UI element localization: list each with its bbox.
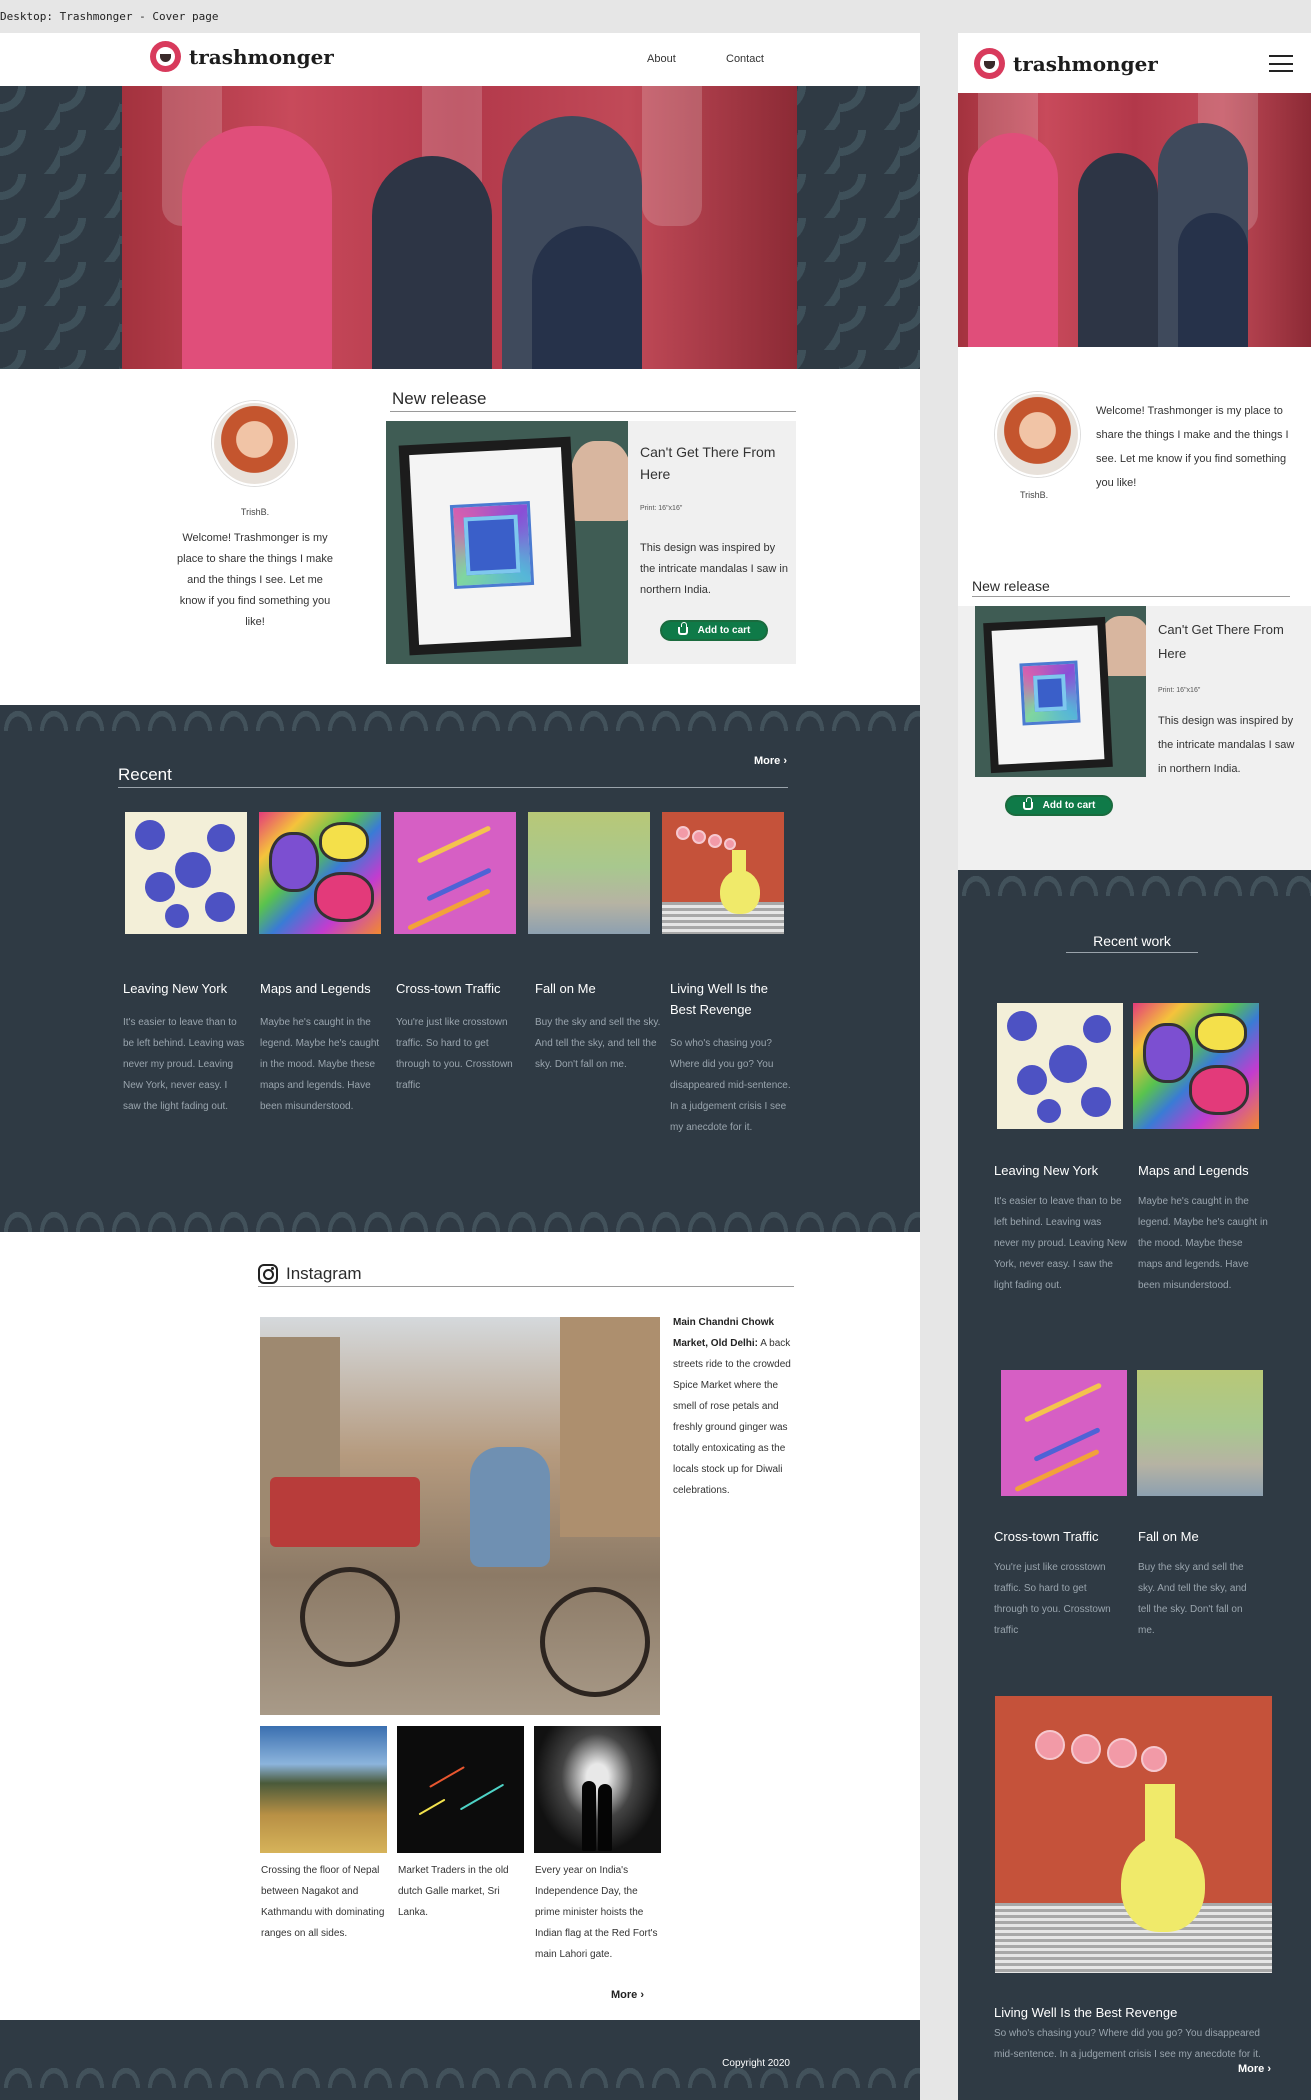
new-release-heading: New release (390, 389, 796, 412)
product-print-size: Print: 16"x16" (640, 505, 683, 512)
wave-divider (958, 870, 1311, 896)
work-title[interactable]: Maps and Legends (260, 978, 388, 999)
mobile-product-card: Can't Get There From Here Print: 16"x16"… (958, 606, 1311, 870)
work-title[interactable]: Living Well Is the Best Revenge (670, 978, 790, 1020)
new-release-heading: New release (972, 578, 1290, 597)
mobile-hero-image (958, 93, 1311, 347)
caption-text: A back streets ride to the crowded Spice… (673, 1338, 791, 1496)
instagram-caption: Crossing the floor of Nepal between Naga… (261, 1865, 385, 1939)
work-thumb-fall-on-me[interactable] (1137, 1370, 1263, 1496)
avatar (995, 392, 1080, 477)
instagram-main-photo[interactable] (260, 1317, 660, 1715)
work-description: Buy the sky and sell the sky. And tell t… (535, 1017, 661, 1070)
footer: Copyright 2020 (0, 2020, 920, 2100)
instagram-heading-label: Instagram (286, 1264, 362, 1283)
brand-name: trashmonger (189, 44, 334, 69)
intro-section: TrishB. Welcome! Trashmonger is my place… (0, 369, 920, 705)
product-image[interactable] (386, 421, 628, 664)
work-title[interactable]: Living Well Is the Best Revenge (994, 2002, 1274, 2023)
work-description: So who's chasing you? Where did you go? … (994, 2028, 1261, 2060)
product-title[interactable]: Can't Get There From Here (1158, 618, 1298, 666)
avatar (212, 401, 297, 486)
mobile-nav: trashmonger (958, 33, 1311, 93)
welcome-text: Welcome! Trashmonger is my place to shar… (1096, 405, 1289, 489)
work-title[interactable]: Cross-town Traffic (994, 1526, 1124, 1547)
hamburger-menu-icon[interactable] (1269, 55, 1293, 72)
work-thumb-leaving-new-york[interactable] (125, 812, 247, 934)
nav-link-contact[interactable]: Contact (726, 53, 764, 65)
face-logo-icon (150, 41, 181, 72)
work-thumb-maps-and-legends[interactable] (259, 812, 381, 934)
brand[interactable]: trashmonger (150, 41, 334, 72)
author-name: TrishB. (240, 507, 270, 517)
instagram-section: Instagram Main Chandni Chowk Market, Old… (0, 1232, 920, 2020)
mobile-recent-section: Recent work Leaving New York It's easier… (958, 870, 1311, 2100)
work-thumb-cross-town-traffic[interactable] (1001, 1370, 1127, 1496)
hero-band (0, 86, 920, 369)
mobile-frame: trashmonger TrishB. Welcome! Trashmonger… (958, 33, 1311, 2100)
face-logo-icon (974, 48, 1005, 79)
frame-title: Desktop: Trashmonger - Cover page (0, 10, 219, 23)
copyright: Copyright 2020 (722, 2058, 790, 2069)
brand-name: trashmonger (1013, 51, 1158, 76)
instagram-caption: Market Traders in the old dutch Galle ma… (398, 1865, 509, 1918)
wave-divider (0, 705, 920, 731)
work-description: So who's chasing you? Where did you go? … (670, 1038, 791, 1133)
instagram-more-link[interactable]: More › (611, 1989, 644, 2001)
work-description: It's easier to leave than to be left beh… (123, 1017, 245, 1112)
product-card: Can't Get There From Here Print: 16"x16"… (386, 421, 796, 664)
mobile-brand[interactable]: trashmonger (974, 48, 1158, 79)
recent-more-link[interactable]: More › (754, 755, 787, 767)
top-nav: trashmonger About Contact (0, 33, 920, 86)
work-thumb-leaving-new-york[interactable] (997, 1003, 1123, 1129)
nav-link-about[interactable]: About (647, 53, 676, 65)
instagram-photo-red-fort[interactable] (534, 1726, 661, 1853)
work-title[interactable]: Maps and Legends (1138, 1160, 1268, 1181)
work-thumb-living-well[interactable] (995, 1696, 1272, 1973)
product-description: This design was inspired by the intricat… (1158, 715, 1295, 775)
wave-divider (0, 1206, 920, 1232)
work-description: Maybe he's caught in the legend. Maybe h… (260, 1017, 380, 1112)
work-description: You're just like crosstown traffic. So h… (994, 1562, 1111, 1636)
work-title[interactable]: Fall on Me (535, 978, 663, 999)
basket-icon (677, 621, 688, 635)
work-thumb-cross-town-traffic[interactable] (394, 812, 516, 934)
work-thumb-living-well[interactable] (662, 812, 784, 934)
desktop-frame: trashmonger About Contact TrishB. Welcom… (0, 33, 920, 2100)
instagram-icon (258, 1264, 278, 1284)
recent-more-link[interactable]: More › (1238, 2063, 1271, 2075)
work-description: Maybe he's caught in the legend. Maybe h… (1138, 1196, 1268, 1291)
work-title[interactable]: Leaving New York (994, 1160, 1124, 1181)
add-to-cart-button[interactable]: Add to cart (1005, 795, 1113, 816)
author-name: TrishB. (1020, 490, 1049, 500)
hero-image (122, 86, 797, 369)
instagram-main-caption: Main Chandni Chowk Market, Old Delhi: A … (673, 1312, 797, 1501)
add-to-cart-label: Add to cart (697, 625, 751, 636)
work-title[interactable]: Leaving New York (123, 978, 251, 999)
welcome-text: Welcome! Trashmonger is my place to shar… (177, 532, 333, 628)
work-title[interactable]: Fall on Me (1138, 1526, 1268, 1547)
basket-icon (1022, 796, 1033, 810)
instagram-caption: Every year on India's Independence Day, … (535, 1865, 658, 1960)
product-title[interactable]: Can't Get There From Here (640, 441, 790, 485)
product-image[interactable] (975, 606, 1146, 777)
work-thumb-maps-and-legends[interactable] (1133, 1003, 1259, 1129)
instagram-heading: Instagram (258, 1264, 794, 1287)
recent-heading: Recent (118, 765, 788, 788)
product-print-size: Print: 16"x16" (1158, 687, 1201, 694)
work-description: Buy the sky and sell the sky. And tell t… (1138, 1562, 1247, 1636)
work-thumb-fall-on-me[interactable] (528, 812, 650, 934)
add-to-cart-label: Add to cart (1042, 800, 1096, 811)
recent-section: Recent More › Leaving New York It's easi… (0, 705, 920, 1232)
work-title[interactable]: Cross-town Traffic (396, 978, 524, 999)
instagram-photo-galle[interactable] (397, 1726, 524, 1853)
add-to-cart-button[interactable]: Add to cart (660, 620, 768, 641)
work-description: It's easier to leave than to be left beh… (994, 1196, 1127, 1291)
instagram-photo-nepal[interactable] (260, 1726, 387, 1853)
work-description: You're just like crosstown traffic. So h… (396, 1017, 513, 1091)
recent-work-heading: Recent work (1066, 933, 1198, 953)
product-description: This design was inspired by the intricat… (640, 542, 788, 596)
